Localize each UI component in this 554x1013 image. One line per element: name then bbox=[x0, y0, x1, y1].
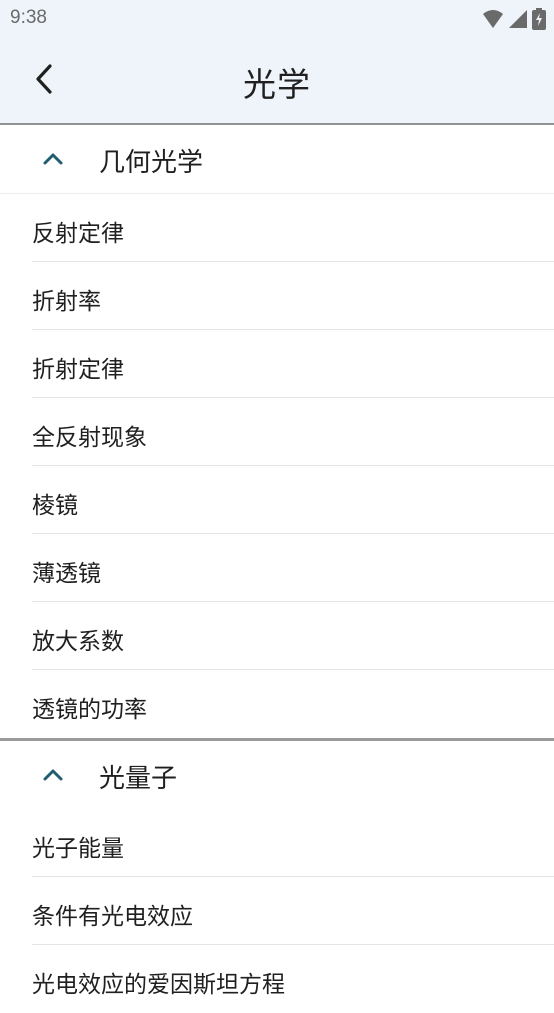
cellular-signal-icon bbox=[509, 10, 527, 28]
battery-charging-icon bbox=[532, 8, 546, 30]
status-icons bbox=[482, 8, 546, 30]
list-item-label: 折射率 bbox=[32, 289, 101, 315]
chevron-up-icon bbox=[43, 153, 63, 165]
list-item-label: 薄透镜 bbox=[32, 561, 101, 587]
section-title: 光量子 bbox=[99, 764, 178, 794]
list-item-label: 棱镜 bbox=[32, 493, 78, 519]
list-item[interactable]: 棱镜 bbox=[0, 466, 554, 534]
list-item[interactable]: 反射定律 bbox=[0, 194, 554, 262]
list-item-label: 反射定律 bbox=[32, 221, 124, 247]
list-item-label: 透镜的功率 bbox=[32, 697, 147, 723]
list-item[interactable]: 放大系数 bbox=[0, 602, 554, 670]
page-title: 光学 bbox=[243, 65, 311, 104]
list-item[interactable]: 全反射现象 bbox=[0, 398, 554, 466]
list-item[interactable]: 薄透镜 bbox=[0, 534, 554, 602]
top-area: 9:38 光学 bbox=[0, 0, 554, 123]
section-header-light-quanta[interactable]: 光量子 bbox=[0, 741, 554, 809]
list-item[interactable]: 光子能量 bbox=[0, 809, 554, 877]
list-item-label: 光电效应的爱因斯坦方程 bbox=[32, 972, 285, 998]
status-time: 9:38 bbox=[10, 7, 47, 28]
status-bar: 9:38 bbox=[0, 0, 554, 38]
wifi-icon bbox=[483, 10, 503, 28]
section-title: 几何光学 bbox=[99, 148, 204, 178]
list-item-label: 全反射现象 bbox=[32, 425, 147, 451]
list-item-label: 光子能量 bbox=[32, 836, 124, 862]
chevron-up-icon bbox=[43, 769, 63, 781]
list-item[interactable]: 透镜的功率 bbox=[0, 670, 554, 738]
section-geometric-optics: 几何光学 反射定律 折射率 折射定律 全反射现象 棱镜 薄透镜 放大系数 透镜的… bbox=[0, 125, 554, 738]
list-item-label: 放大系数 bbox=[32, 629, 124, 655]
list-item[interactable]: 折射定律 bbox=[0, 330, 554, 398]
section-light-quanta: 光量子 光子能量 条件有光电效应 光电效应的爱因斯坦方程 bbox=[0, 741, 554, 1013]
list-item-label: 条件有光电效应 bbox=[32, 904, 193, 930]
list-item[interactable]: 光电效应的爱因斯坦方程 bbox=[0, 945, 554, 1013]
app-bar: 光学 bbox=[0, 38, 554, 123]
list-item[interactable]: 条件有光电效应 bbox=[0, 877, 554, 945]
list-item[interactable]: 折射率 bbox=[0, 262, 554, 330]
list-item-label: 折射定律 bbox=[32, 357, 124, 383]
section-header-geometric-optics[interactable]: 几何光学 bbox=[0, 125, 554, 193]
